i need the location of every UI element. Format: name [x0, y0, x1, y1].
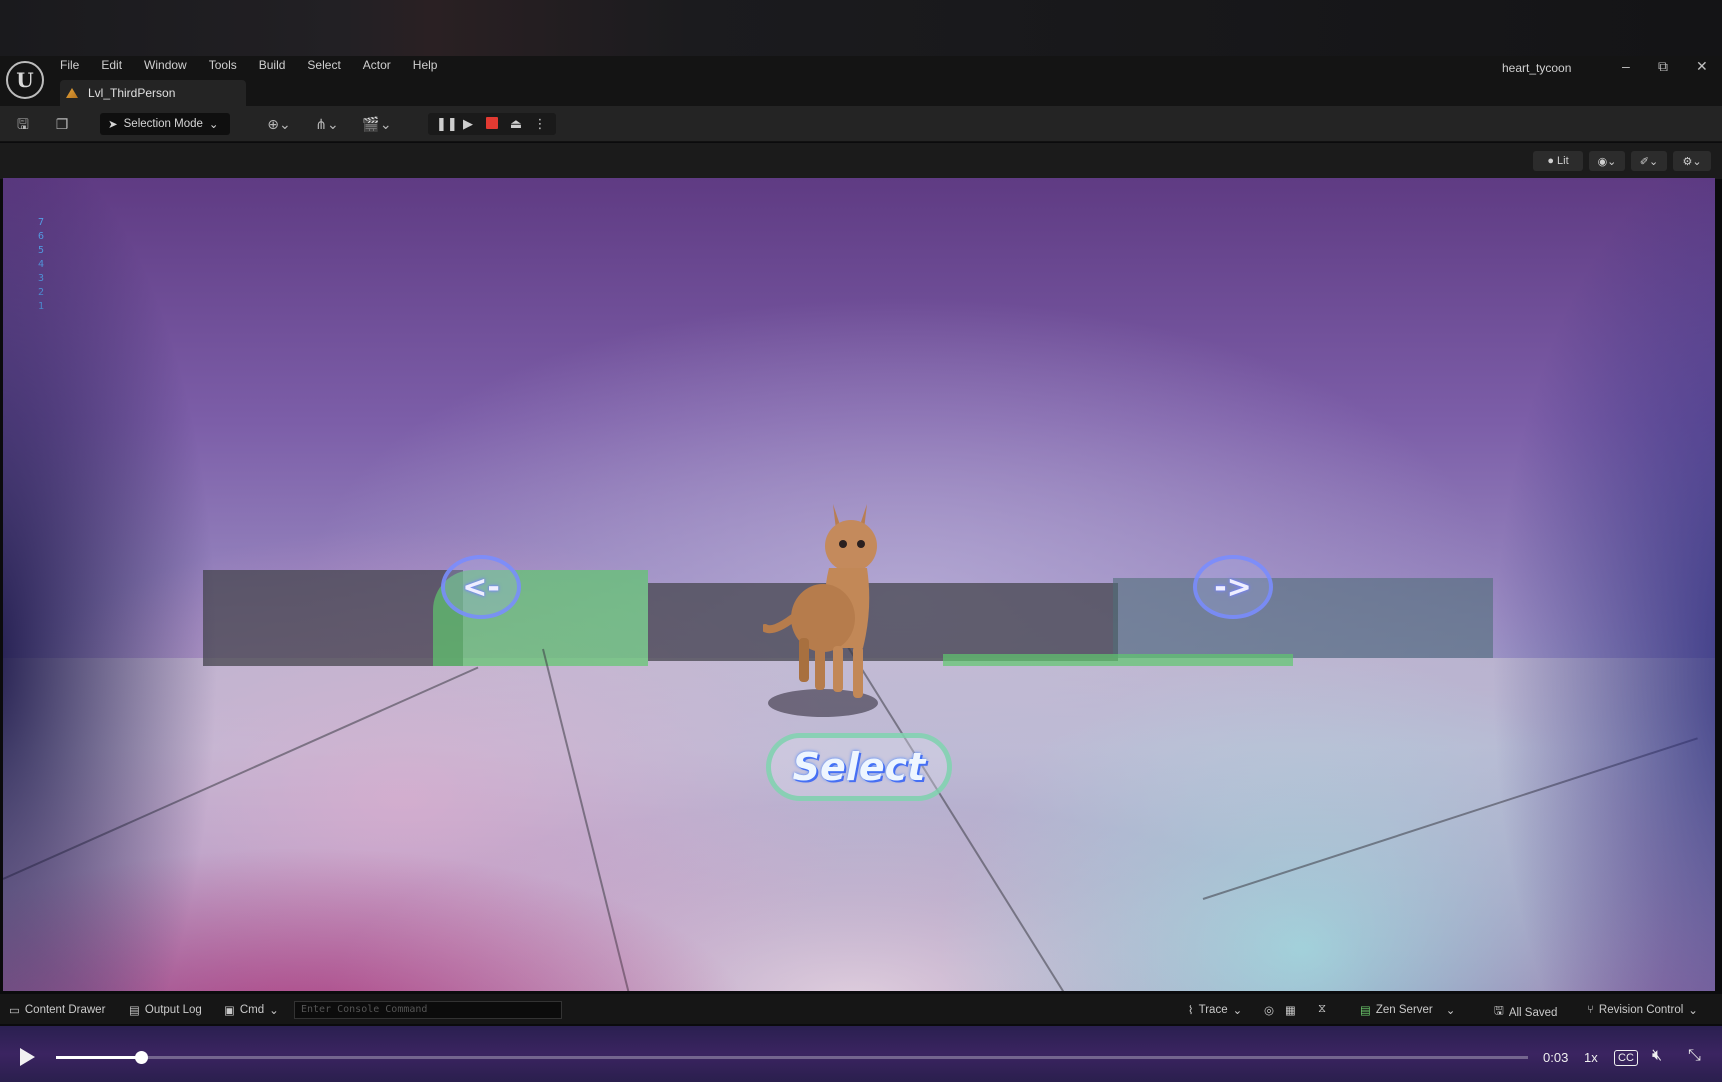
- log-icon: ▤: [129, 1005, 140, 1017]
- lit-label: Lit: [1557, 155, 1569, 167]
- screenshot-icon[interactable]: ▦: [1285, 1003, 1296, 1017]
- chevron-down-icon: ⌄: [1688, 1005, 1698, 1017]
- viewport-vignette: [3, 178, 1715, 991]
- terminal-icon: ▣: [224, 1005, 235, 1017]
- save-icon[interactable]: 🖫: [15, 116, 31, 132]
- captions-icon[interactable]: CC: [1614, 1050, 1638, 1066]
- play-icon[interactable]: [20, 1048, 35, 1066]
- menu-help[interactable]: Help: [413, 58, 438, 76]
- add-actor-icon[interactable]: ⊕⌄: [262, 116, 296, 132]
- record-icon[interactable]: ◎: [1264, 1003, 1274, 1017]
- video-top-blur: [0, 0, 1722, 56]
- hourglass-icon[interactable]: ⧖: [1318, 1003, 1326, 1016]
- output-log-label: Output Log: [144, 1004, 202, 1016]
- server-icon: ▤: [1360, 1005, 1371, 1017]
- cmd-dropdown[interactable]: ▣ Cmd ⌄: [224, 1003, 279, 1017]
- next-character-button[interactable]: ->: [1193, 555, 1273, 619]
- realtime-dropdown[interactable]: ✐⌄: [1631, 151, 1667, 171]
- wand-icon: ✐⌄: [1639, 155, 1659, 168]
- menu-build[interactable]: Build: [259, 58, 286, 76]
- show-dropdown[interactable]: ◉⌄: [1589, 151, 1625, 171]
- viewport-toolbar: [0, 143, 1722, 179]
- level-tab-label: Lvl_ThirdPerson: [88, 86, 176, 100]
- menu-file[interactable]: File: [60, 58, 79, 76]
- blueprint-icon[interactable]: ⋔⌄: [310, 116, 344, 132]
- all-saved-button[interactable]: 🖫 All Saved: [1494, 1003, 1557, 1022]
- menu-select[interactable]: Select: [307, 58, 340, 76]
- browse-icon[interactable]: ❐: [54, 116, 70, 132]
- video-player-bar: [0, 1026, 1722, 1082]
- fullscreen-exit-icon[interactable]: ⤡: [1688, 1047, 1701, 1065]
- revision-control-dropdown[interactable]: ⑂ Revision Control ⌄: [1587, 1003, 1698, 1017]
- trace-label: Trace: [1198, 1004, 1228, 1016]
- game-viewport[interactable]: 7 6 5 4 3 2 1 <- -> Select: [3, 178, 1715, 991]
- save-status-icon: 🖫: [1494, 1005, 1504, 1017]
- chevron-down-icon: ⌄: [208, 119, 219, 131]
- level-tab[interactable]: Lvl_ThirdPerson: [60, 80, 246, 106]
- zen-server-dropdown[interactable]: ▤ Zen Server ⌄: [1360, 1003, 1455, 1017]
- trace-dropdown[interactable]: ⌇ Trace ⌄: [1188, 1003, 1242, 1017]
- branch-icon: ⑂: [1587, 1004, 1594, 1016]
- menu-bar: File Edit Window Tools Build Select Acto…: [60, 58, 459, 76]
- console-command-input[interactable]: Enter Console Command: [294, 1001, 562, 1019]
- more-options-icon[interactable]: ⋮: [532, 116, 548, 132]
- chevron-down-icon: ⌄: [1232, 1005, 1243, 1017]
- chevron-down-icon: ⌄: [1445, 1005, 1456, 1017]
- video-progress-bar[interactable]: [56, 1051, 1528, 1064]
- lit-mode-dropdown[interactable]: ● Lit: [1533, 151, 1583, 171]
- cmd-label: Cmd: [239, 1004, 265, 1016]
- zen-server-label: Zen Server: [1375, 1004, 1433, 1016]
- selection-mode-label: Selection Mode: [123, 118, 203, 130]
- menu-window[interactable]: Window: [144, 58, 187, 76]
- content-drawer-button[interactable]: ▭ Content Drawer: [9, 1003, 105, 1017]
- pause-icon[interactable]: ❚❚: [436, 116, 458, 132]
- all-saved-label: All Saved: [1508, 1006, 1558, 1019]
- progress-fill: [56, 1056, 142, 1059]
- minimize-button[interactable]: –: [1622, 58, 1630, 74]
- cinematics-icon[interactable]: 🎬⌄: [360, 116, 394, 132]
- select-character-button[interactable]: Select: [766, 733, 952, 801]
- revision-control-label: Revision Control: [1598, 1004, 1684, 1016]
- eject-icon[interactable]: ⏏: [508, 116, 524, 132]
- trace-icon: ⌇: [1188, 1005, 1194, 1017]
- step-icon[interactable]: ▶: [460, 116, 476, 132]
- previous-character-button[interactable]: <-: [441, 555, 521, 619]
- output-log-button[interactable]: ▤ Output Log: [129, 1003, 202, 1017]
- unreal-logo-icon[interactable]: U: [6, 61, 44, 99]
- playback-speed-button[interactable]: 1x: [1584, 1050, 1598, 1065]
- main-toolbar: [0, 106, 1722, 142]
- menu-actor[interactable]: Actor: [363, 58, 391, 76]
- video-time: 0:03: [1543, 1050, 1569, 1065]
- stop-icon[interactable]: [484, 116, 500, 132]
- chevron-down-icon: ⌄: [269, 1005, 279, 1017]
- selection-mode-dropdown[interactable]: ➤ Selection Mode ⌄: [100, 113, 230, 135]
- cursor-icon: ➤: [108, 119, 118, 131]
- sphere-icon: ●: [1547, 155, 1555, 167]
- viewport-settings-dropdown[interactable]: ⚙⌄: [1673, 151, 1711, 171]
- gear-icon: ⚙⌄: [1682, 155, 1702, 168]
- play-controls: ❚❚ ▶ ⏏ ⋮: [428, 113, 556, 135]
- mute-icon[interactable]: 🔇︎: [1652, 1047, 1662, 1065]
- close-button[interactable]: ✕: [1696, 58, 1708, 75]
- project-name: heart_tycoon: [1502, 61, 1572, 75]
- level-icon: [66, 88, 78, 98]
- eye-icon: ◉⌄: [1597, 155, 1617, 168]
- drawer-icon: ▭: [9, 1005, 20, 1017]
- restore-button[interactable]: ⧉: [1658, 58, 1668, 75]
- menu-tools[interactable]: Tools: [209, 58, 237, 76]
- menu-edit[interactable]: Edit: [101, 58, 122, 76]
- content-drawer-label: Content Drawer: [24, 1004, 106, 1016]
